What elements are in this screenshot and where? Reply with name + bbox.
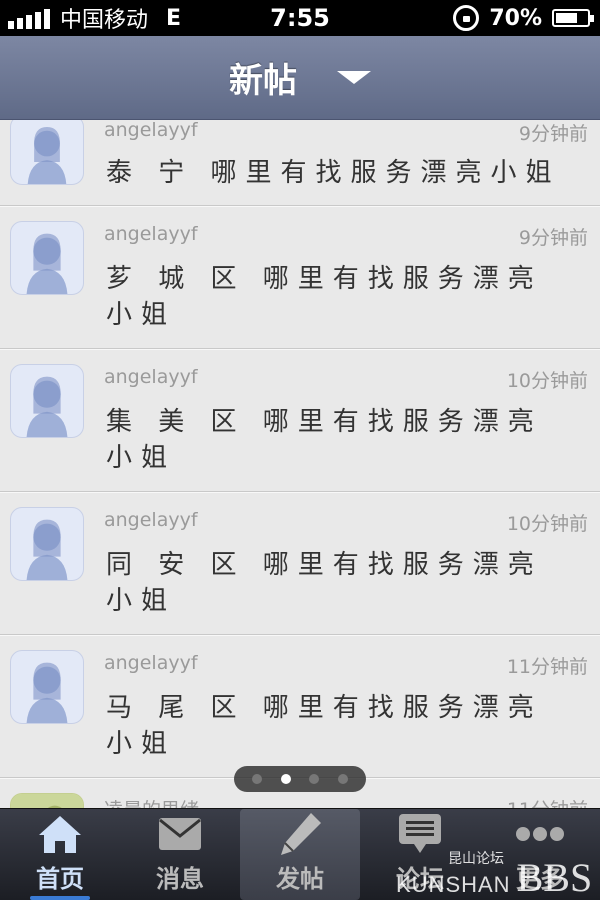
battery-percentage: 70% — [489, 5, 542, 31]
page-dot[interactable] — [252, 774, 263, 784]
page-dot[interactable] — [337, 774, 348, 784]
tab-more[interactable]: 更多 — [480, 809, 600, 900]
page-title[interactable]: 新帖 — [229, 53, 297, 102]
nav-bar: 新帖 — [0, 36, 600, 120]
tab-home[interactable]: 首页 — [0, 809, 120, 900]
post-author[interactable]: angelayyf — [104, 223, 198, 245]
battery-icon — [552, 9, 594, 27]
tab-label: 消息 — [156, 865, 204, 893]
tab-forum[interactable]: 论坛 — [360, 809, 480, 900]
post-time: 9分钟前 — [518, 123, 588, 145]
dropdown-arrow-icon[interactable] — [337, 71, 371, 84]
post-title[interactable]: 集 美 区 哪里有找服务漂亮小姐 — [106, 404, 576, 476]
post-time: 9分钟前 — [518, 227, 588, 249]
avatar[interactable] — [10, 793, 84, 808]
list-item[interactable]: angelayyf 11分钟前 马 尾 区 哪里有找服务漂亮小姐 — [0, 635, 600, 778]
post-time: 11分钟前 — [507, 795, 588, 808]
forum-icon — [398, 809, 442, 859]
page-dot-active[interactable] — [280, 774, 291, 784]
list-item[interactable]: angelayyf 9分钟前 泰 宁 哪里有找服务漂亮小姐 — [0, 120, 600, 206]
avatar[interactable] — [10, 221, 84, 295]
post-author[interactable]: angelayyf — [104, 120, 198, 141]
tab-label: 论坛 — [396, 865, 444, 893]
list-item[interactable]: angelayyf 9分钟前 芗 城 区 哪里有找服务漂亮小姐 — [0, 206, 600, 349]
tab-label: 更多 — [516, 865, 564, 893]
page-dot[interactable] — [309, 774, 320, 784]
post-author[interactable]: angelayyf — [104, 509, 198, 531]
post-title[interactable]: 同 安 区 哪里有找服务漂亮小姐 — [106, 547, 576, 619]
post-author[interactable]: angelayyf — [104, 652, 198, 674]
avatar[interactable] — [10, 507, 84, 581]
pencil-icon — [275, 809, 325, 859]
tab-messages[interactable]: 消息 — [120, 809, 240, 900]
list-item[interactable]: angelayyf 10分钟前 同 安 区 哪里有找服务漂亮小姐 — [0, 492, 600, 635]
active-tab-indicator — [30, 896, 90, 900]
post-title[interactable]: 泰 宁 哪里有找服务漂亮小姐 — [106, 155, 576, 191]
list-item[interactable]: angelayyf 10分钟前 集 美 区 哪里有找服务漂亮小姐 — [0, 349, 600, 492]
avatar[interactable] — [10, 120, 84, 185]
more-icon — [515, 809, 565, 859]
tab-label: 发帖 — [276, 865, 324, 893]
post-time: 11分钟前 — [506, 656, 588, 678]
post-author[interactable]: 凌晨的思绪 — [104, 795, 199, 808]
tab-new-post[interactable]: 发帖 — [240, 809, 360, 900]
avatar[interactable] — [10, 650, 84, 724]
post-time: 10分钟前 — [506, 370, 588, 392]
post-time: 10分钟前 — [506, 513, 588, 535]
tab-bar: 首页 消息 发帖 论坛 更多 — [0, 808, 600, 900]
page-indicator[interactable] — [234, 766, 366, 792]
tab-label: 首页 — [36, 865, 84, 893]
post-title[interactable]: 芗 城 区 哪里有找服务漂亮小姐 — [106, 261, 576, 333]
post-author[interactable]: angelayyf — [104, 366, 198, 388]
rotation-lock-icon — [453, 5, 480, 31]
avatar[interactable] — [10, 364, 84, 438]
post-list[interactable]: angelayyf 9分钟前 泰 宁 哪里有找服务漂亮小姐 angelayyf … — [0, 120, 600, 808]
status-bar: 中国移动 E 7:55 70% — [0, 0, 600, 36]
mail-icon — [158, 809, 202, 859]
home-icon — [36, 809, 84, 859]
post-title[interactable]: 马 尾 区 哪里有找服务漂亮小姐 — [106, 690, 576, 762]
